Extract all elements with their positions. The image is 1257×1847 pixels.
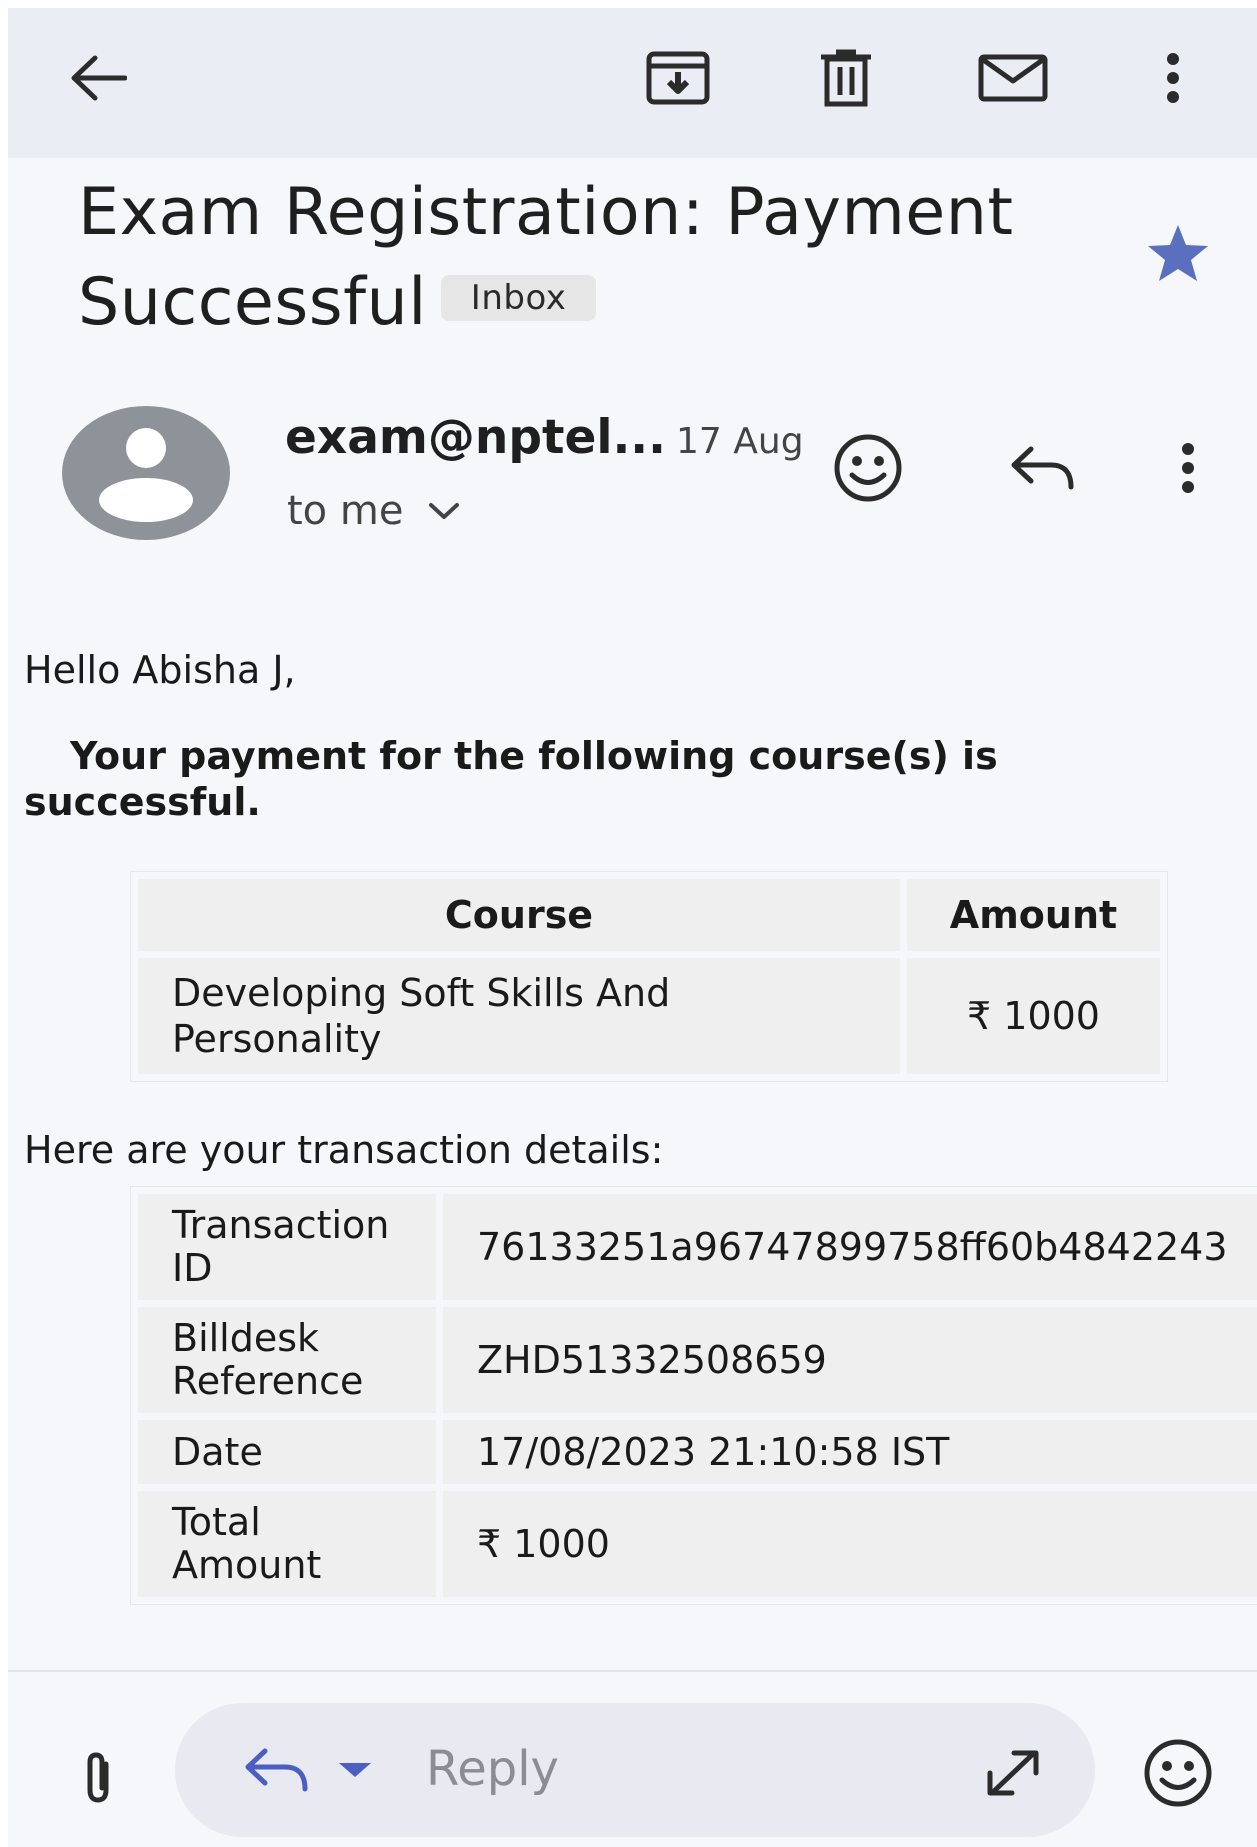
- table-row: Developing Soft Skills And Personality ₹…: [138, 958, 1160, 1074]
- email-subject: Exam Registration: Payment Successful Inb…: [78, 168, 1078, 348]
- bottom-divider: [8, 1670, 1257, 1672]
- archive-icon: [646, 51, 710, 105]
- message-more-options-button[interactable]: [1158, 428, 1218, 508]
- payment-message-text: Your payment for the following course(s)…: [24, 734, 998, 824]
- emoji-button[interactable]: [1133, 1733, 1223, 1813]
- date-label: Date: [138, 1420, 436, 1484]
- table-header-row: Course Amount: [138, 879, 1160, 951]
- more-options-button[interactable]: [1143, 38, 1203, 118]
- attach-button[interactable]: [58, 1738, 138, 1818]
- course-amount-cell: ₹ 1000: [907, 958, 1160, 1074]
- expand-icon: [987, 1750, 1039, 1796]
- course-table: Course Amount Developing Soft Skills And…: [130, 871, 1168, 1082]
- recipient-label: to me: [287, 488, 404, 534]
- label-badge-inbox[interactable]: Inbox: [440, 274, 597, 321]
- column-header-amount: Amount: [907, 879, 1160, 951]
- total-amount-label: Total Amount: [138, 1491, 436, 1597]
- reply-icon: [245, 1748, 308, 1792]
- reply-input[interactable]: Reply: [426, 1741, 559, 1797]
- transaction-table: Transaction ID 76133251a96747899758ff60b…: [130, 1186, 1257, 1605]
- star-button[interactable]: [1143, 218, 1213, 288]
- expand-compose-button[interactable]: [968, 1733, 1058, 1813]
- reply-button[interactable]: [998, 428, 1088, 508]
- mark-unread-icon: [978, 54, 1048, 102]
- archive-button[interactable]: [638, 38, 718, 118]
- add-reaction-button[interactable]: [828, 428, 908, 508]
- transaction-intro: Here are your transaction details:: [24, 1128, 664, 1172]
- transaction-id-label: Transaction ID: [138, 1194, 436, 1300]
- email-date: 17 Aug: [676, 421, 804, 462]
- billdesk-reference-label: Billdesk Reference: [138, 1307, 436, 1413]
- top-app-bar: [8, 8, 1257, 158]
- table-row: Transaction ID 76133251a96747899758ff60b…: [138, 1194, 1257, 1300]
- total-amount-value: ₹ 1000: [443, 1491, 1257, 1597]
- back-button[interactable]: [58, 38, 138, 118]
- date-value: 17/08/2023 21:10:58 IST: [443, 1420, 1257, 1484]
- recipient-details-toggle[interactable]: to me: [287, 488, 461, 534]
- mark-unread-button[interactable]: [968, 38, 1058, 118]
- payment-message: Your payment for the following course(s)…: [24, 733, 1124, 825]
- back-arrow-icon: [71, 55, 127, 101]
- sender-info[interactable]: exam@nptel... 17 Aug: [285, 410, 804, 465]
- reply-icon: [1011, 446, 1074, 490]
- reply-mode-button[interactable]: [233, 1730, 383, 1810]
- star-icon: [1148, 225, 1208, 281]
- emoji-reaction-icon: [834, 434, 902, 502]
- chevron-down-icon: [429, 503, 460, 519]
- more-vert-icon: [1182, 443, 1194, 493]
- table-row: Date 17/08/2023 21:10:58 IST: [138, 1420, 1257, 1484]
- sender-avatar[interactable]: [62, 406, 230, 540]
- table-row: Billdesk Reference ZHD51332508659: [138, 1307, 1257, 1413]
- delete-button[interactable]: [806, 38, 886, 118]
- course-name-cell: Developing Soft Skills And Personality: [138, 958, 900, 1074]
- email-view: Exam Registration: Payment Successful Inb…: [8, 8, 1257, 1847]
- transaction-id-value: 76133251a96747899758ff60b4842243: [443, 1194, 1257, 1300]
- dropdown-icon: [339, 1763, 371, 1777]
- column-header-course: Course: [138, 879, 900, 951]
- billdesk-reference-value: ZHD51332508659: [443, 1307, 1257, 1413]
- sender-name: exam@nptel...: [285, 410, 667, 465]
- more-vert-icon: [1167, 53, 1179, 103]
- attachment-icon: [87, 1752, 109, 1803]
- delete-icon: [821, 49, 871, 107]
- greeting-text: Hello Abisha J,: [24, 648, 296, 692]
- table-row: Total Amount ₹ 1000: [138, 1491, 1257, 1597]
- person-icon: [99, 428, 193, 522]
- emoji-icon: [1144, 1739, 1212, 1807]
